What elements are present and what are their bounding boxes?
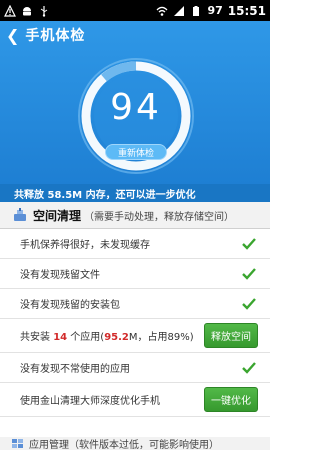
health-score: 94 xyxy=(110,87,162,128)
check-icon xyxy=(242,297,256,310)
list-item-installed-apps: 共安装 14 个应用(95.2M，占用89%) 释放空间 xyxy=(0,319,270,353)
back-icon[interactable]: ❮ xyxy=(6,26,19,45)
item-text: 共安装 14 个应用(95.2M，占用89%) xyxy=(20,328,194,343)
broom-icon xyxy=(14,208,26,221)
apps-size: 95.2 xyxy=(104,332,129,343)
battery-percent: 97 xyxy=(207,4,223,17)
apps-count: 14 xyxy=(53,332,68,343)
section-title: 空间清理 xyxy=(33,208,82,223)
text-prefix: 共安装 xyxy=(20,332,50,343)
item-text: 手机保养得很好，未发现缓存 xyxy=(20,240,150,251)
item-text: 没有发现残留文件 xyxy=(20,270,100,281)
free-space-button[interactable]: 释放空间 xyxy=(204,323,258,348)
status-bar: 97 15:51 xyxy=(0,0,270,21)
list-item-deep-optimize: 使用金山清理大师深度优化手机 一键优化 xyxy=(0,383,270,417)
recheck-button[interactable]: 重新体检 xyxy=(105,144,167,160)
wifi-icon xyxy=(157,6,168,16)
page-title: 手机体检 xyxy=(25,28,86,44)
text-middle: 个应用( xyxy=(70,332,105,343)
check-icon xyxy=(242,361,256,374)
item-text: 使用金山清理大师深度优化手机 xyxy=(20,396,160,407)
usb-icon xyxy=(40,5,48,17)
check-list: 手机保养得很好，未发现缓存 没有发现残留文件 没有发现残留的安装包 共安装 14… xyxy=(0,229,270,417)
status-bar-left xyxy=(4,4,50,17)
summary-bar: 共释放 58.5M 内存，还可以进一步优化 xyxy=(0,184,270,202)
signal-icon xyxy=(174,5,185,16)
list-item: 没有发现残留的安装包 xyxy=(0,289,270,319)
section-header-app-manage: 应用管理（软件版本过低，可能影响使用） xyxy=(0,437,270,450)
battery-icon xyxy=(193,5,200,16)
warning-icon xyxy=(4,4,16,17)
item-text: 没有发现不常使用的应用 xyxy=(20,364,130,375)
summary-text: 共释放 58.5M 内存，还可以进一步优化 xyxy=(14,189,196,201)
check-icon xyxy=(242,267,256,280)
status-bar-right: 97 15:51 xyxy=(156,4,266,18)
one-click-optimize-button[interactable]: 一键优化 xyxy=(204,387,258,412)
android-icon xyxy=(23,6,31,15)
apps-icon xyxy=(12,438,23,448)
list-item: 没有发现不常使用的应用 xyxy=(0,353,270,383)
list-item: 手机保养得很好，未发现缓存 xyxy=(0,229,270,259)
section-note: （需要手动处理，释放存储空间） xyxy=(84,211,235,223)
list-item: 没有发现残留文件 xyxy=(0,259,270,289)
check-icon xyxy=(242,237,256,250)
section-header-space-clean: 空间清理 （需要手动处理，释放存储空间） xyxy=(0,202,270,229)
section-text: 应用管理（软件版本过低，可能影响使用） xyxy=(29,440,219,450)
text-suffix: M，占用89%) xyxy=(128,332,194,343)
title-bar: ❮ 手机体检 xyxy=(0,21,270,49)
hero-panel: ❮ 手机体检 94 重新体检 xyxy=(0,21,270,184)
item-text: 没有发现残留的安装包 xyxy=(20,300,120,311)
clock: 15:51 xyxy=(227,3,266,18)
